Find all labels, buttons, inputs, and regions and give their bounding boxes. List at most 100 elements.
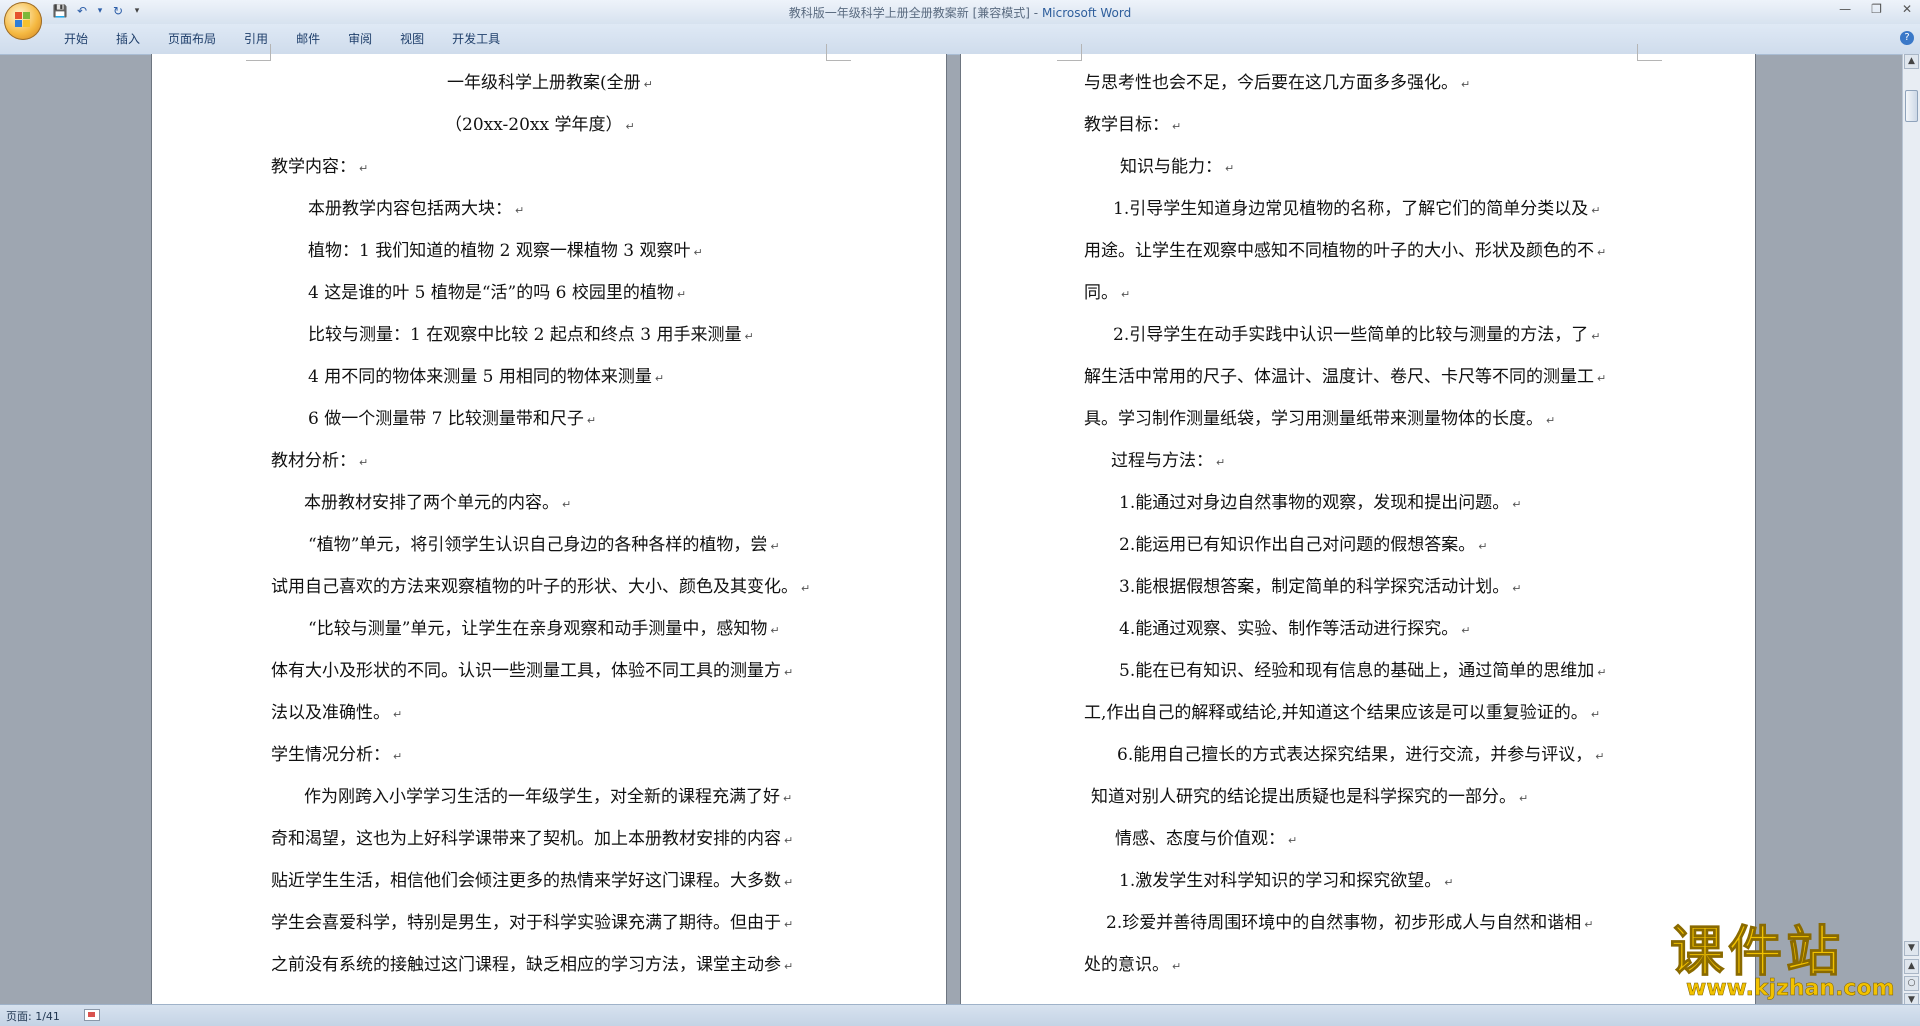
office-button[interactable] <box>4 2 42 40</box>
paragraph-mark-icon: ↵ <box>801 582 811 595</box>
paragraph-text: 知识与能力： <box>1120 157 1222 177</box>
paragraph-mark-icon: ↵ <box>625 120 635 133</box>
minimize-button[interactable]: — <box>1839 2 1851 16</box>
page-2-line: 1.激发学生对科学知识的学习和探究欲望。 ↵ <box>1119 866 1453 891</box>
paragraph-mark-icon: ↵ <box>1172 960 1182 973</box>
page-1-line: （20xx-20xx 学年度） ↵ <box>445 110 635 135</box>
scroll-up-button[interactable]: ▲ <box>1904 54 1919 69</box>
page-1-line: 一年级科学上册教案(全册 ↵ <box>447 68 653 93</box>
paragraph-text: 教材分析： <box>271 451 356 471</box>
tab-view[interactable]: 视图 <box>386 30 438 48</box>
paragraph-mark-icon: ↵ <box>1478 540 1488 553</box>
paragraph-mark-icon: ↵ <box>1461 624 1471 637</box>
page-1-line: 法以及准确性。 ↵ <box>271 698 402 723</box>
crop-mark <box>826 44 851 61</box>
paragraph-mark-icon: ↵ <box>1512 582 1522 595</box>
paragraph-mark-icon: ↵ <box>643 78 653 91</box>
page-2-line: 知道对别人研究的结论提出质疑也是科学探究的一部分。 ↵ <box>1091 782 1528 807</box>
page-2-line: 2.珍爱并善待周围环境中的自然事物，初步形成人与自然和谐相 ↵ <box>1106 908 1593 933</box>
page-1-line: 作为刚跨入小学学习生活的一年级学生，对全新的课程充满了好 ↵ <box>304 782 792 807</box>
page-1-line: “植物”单元，将引领学生认识自己身边的各种各样的植物，尝 ↵ <box>308 530 780 555</box>
page-2-line: 具。学习制作测量纸袋，学习用测量纸带来测量物体的长度。 ↵ <box>1084 404 1555 429</box>
page-2-line: 用途。让学生在观察中感知不同植物的叶子的大小、形状及颜色的不 ↵ <box>1084 236 1606 261</box>
paragraph-text: 2.能运用已有知识作出自己对问题的假想答案。 <box>1119 535 1476 555</box>
paragraph-text: 之前没有系统的接触过这门课程，缺乏相应的学习方法，课堂主动参 <box>271 955 781 975</box>
document-page-2[interactable]: 与思考性也会不足，今后要在这几方面多多强化。 ↵ 教学目标： ↵ 知识与能力： ↵ 1.引导… <box>961 44 1755 1004</box>
previous-page-button[interactable]: ▲ <box>1904 959 1919 974</box>
page-2-line: 2.能运用已有知识作出自己对问题的假想答案。 ↵ <box>1119 530 1487 555</box>
page-2-line: 5.能在已有知识、经验和现有信息的基础上，通过简单的思维加 ↵ <box>1119 656 1606 681</box>
page-2-line: 1.引导学生知道身边常见植物的名称，了解它们的简单分类以及 ↵ <box>1113 194 1600 219</box>
page-count-status[interactable]: 页面: 1/41 <box>6 1008 60 1024</box>
paragraph-text: 学生情况分析： <box>271 745 390 765</box>
paragraph-mark-icon: ↵ <box>1519 792 1529 805</box>
page-1-line: 本册教材安排了两个单元的内容。 ↵ <box>304 488 571 513</box>
paragraph-mark-icon: ↵ <box>1590 708 1601 721</box>
page-2-line: 工,作出自己的解释或结论,并知道这个结果应该是可以重复验证的。 ↵ <box>1084 698 1600 723</box>
paragraph-mark-icon: ↵ <box>744 330 754 343</box>
paragraph-mark-icon: ↵ <box>1597 246 1607 259</box>
scroll-thumb[interactable] <box>1905 90 1918 122</box>
paragraph-mark-icon: ↵ <box>1172 120 1182 133</box>
page-1-line: 教学内容： ↵ <box>271 152 368 177</box>
tab-home[interactable]: 开始 <box>50 30 102 48</box>
paragraph-mark-icon: ↵ <box>1216 456 1226 469</box>
page-2-line: 与思考性也会不足，今后要在这几方面多多强化。 ↵ <box>1084 68 1470 93</box>
page-1-line: 教材分析： ↵ <box>271 446 368 471</box>
vertical-scrollbar[interactable]: ▲ ▼ ▲ ○ ▼ <box>1902 54 1920 1011</box>
paragraph-text: 1.引导学生知道身边常见植物的名称，了解它们的简单分类以及 <box>1113 199 1589 219</box>
page-2-line: 2.引导学生在动手实践中认识一些简单的比较与测量的方法，了 ↵ <box>1113 320 1600 345</box>
restore-button[interactable]: ❐ <box>1871 2 1882 16</box>
paragraph-text: 试用自己喜欢的方法来观察植物的叶子的形状、大小、颜色及其变化。 <box>271 577 798 597</box>
page-2-line: 情感、态度与价值观： ↵ <box>1115 824 1297 849</box>
paragraph-text: 植物：1 我们知道的植物 2 观察一棵植物 3 观察叶 <box>308 241 691 261</box>
tab-developer[interactable]: 开发工具 <box>438 30 514 48</box>
tab-review[interactable]: 审阅 <box>334 30 386 48</box>
page-2-line: 处的意识。 ↵ <box>1084 950 1181 975</box>
paragraph-mark-icon: ↵ <box>693 246 703 259</box>
paragraph-mark-icon: ↵ <box>359 456 369 469</box>
watermark-url: www.kjzhan.com <box>1686 976 1895 1002</box>
paragraph-text: 过程与方法： <box>1111 451 1213 471</box>
paragraph-text: 比较与测量：1 在观察中比较 2 起点和终点 3 用手来测量 <box>308 325 742 345</box>
paragraph-text: 4.能通过观察、实验、制作等活动进行探究。 <box>1119 619 1459 639</box>
paragraph-text: 3.能根据假想答案，制定简单的科学探究活动计划。 <box>1119 577 1510 597</box>
page-1-line: 4 这是谁的叶 5 植物是“活”的吗 6 校园里的植物 ↵ <box>308 278 686 303</box>
paragraph-mark-icon: ↵ <box>784 918 794 931</box>
page-2-line: 教学目标： ↵ <box>1084 110 1181 135</box>
paragraph-mark-icon: ↵ <box>770 540 780 553</box>
paragraph-mark-icon: ↵ <box>784 666 794 679</box>
paragraph-text: 本册教学内容包括两大块： <box>308 199 512 219</box>
paragraph-text: 作为刚跨入小学学习生活的一年级学生，对全新的课程充满了好 <box>304 787 780 807</box>
tab-insert[interactable]: 插入 <box>102 30 154 48</box>
paragraph-mark-icon: ↵ <box>654 372 665 385</box>
page-2-line: 同。 ↵ <box>1084 278 1130 303</box>
paragraph-mark-icon: ↵ <box>393 750 403 763</box>
paragraph-text: 教学内容： <box>271 157 356 177</box>
paragraph-text: 一年级科学上册教案(全册 <box>447 73 641 93</box>
page-1-line: “比较与测量”单元，让学生在亲身观察和动手测量中，感知物 ↵ <box>308 614 780 639</box>
close-button[interactable]: ✕ <box>1902 2 1912 16</box>
paragraph-text: 4 这是谁的叶 5 植物是“活”的吗 6 校园里的植物 <box>308 283 674 303</box>
select-browse-object-button[interactable]: ○ <box>1904 976 1919 991</box>
page-1-line: 植物：1 我们知道的植物 2 观察一棵植物 3 观察叶 ↵ <box>308 236 703 261</box>
paragraph-text: 处的意识。 <box>1084 955 1169 975</box>
help-icon[interactable]: ? <box>1900 31 1914 45</box>
tab-mailings[interactable]: 邮件 <box>282 30 334 48</box>
page-1-line: 4 用不同的物体来测量 5 用相同的物体来测量 ↵ <box>308 362 664 387</box>
status-bar: 页面: 1/41 <box>0 1004 1920 1026</box>
paragraph-mark-icon: ↵ <box>1597 372 1607 385</box>
paragraph-text: 5.能在已有知识、经验和现有信息的基础上，通过简单的思维加 <box>1119 661 1595 681</box>
proofing-status-icon[interactable] <box>84 1009 100 1021</box>
tab-page-layout[interactable]: 页面布局 <box>154 30 230 48</box>
page-2-line: 知识与能力： ↵ <box>1120 152 1234 177</box>
document-page-1[interactable]: 一年级科学上册教案(全册 ↵ （20xx-20xx 学年度） ↵ 教学内容： ↵ 本册教学内… <box>152 44 946 1004</box>
scroll-down-button[interactable]: ▼ <box>1904 941 1919 956</box>
page-2-line: 3.能根据假想答案，制定简单的科学探究活动计划。 ↵ <box>1119 572 1521 597</box>
paragraph-text: 用途。让学生在观察中感知不同植物的叶子的大小、形状及颜色的不 <box>1084 241 1594 261</box>
page-1-line: 学生会喜爱科学，特别是男生，对于科学实验课充满了期待。但由于 ↵ <box>271 908 793 933</box>
paragraph-mark-icon: ↵ <box>1595 750 1605 763</box>
paragraph-mark-icon: ↵ <box>1591 330 1601 343</box>
app-name: Microsoft Word <box>1041 6 1132 20</box>
title-separator: - <box>1029 6 1042 20</box>
